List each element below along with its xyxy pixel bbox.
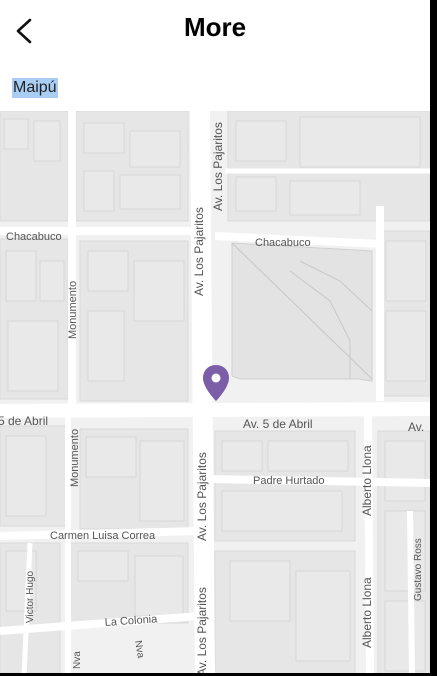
map-view[interactable]: Chacabuco Chacabuco Monumento Monumento … bbox=[0, 111, 430, 676]
street-gustavo-ross: Gustavo Ross bbox=[413, 538, 424, 601]
street-alberto-llona-top: Alberto Llona bbox=[360, 445, 374, 516]
street-monumento-top: Monumento bbox=[67, 281, 79, 339]
street-chacabuco-left: Chacabuco bbox=[6, 231, 62, 243]
street-chacabuco-right: Chacabuco bbox=[255, 237, 311, 249]
street-monumento-bottom: Monumento bbox=[69, 429, 81, 487]
street-pajaritos-top: Av. Los Pajaritos bbox=[211, 122, 225, 211]
location-label: Maipú bbox=[12, 78, 58, 98]
street-alberto-llona-bottom: Alberto Llona bbox=[360, 577, 374, 648]
street-padre-hurtado: Padre Hurtado bbox=[253, 475, 325, 487]
street-carmen-luisa-correa: Carmen Luisa Correa bbox=[50, 530, 156, 542]
street-pajaritos-lower: Av. Los Pajaritos bbox=[195, 452, 209, 541]
page-title: More bbox=[183, 12, 247, 42]
street-cinco-abril-center: Av. 5 de Abril bbox=[243, 417, 313, 431]
street-cinco-abril-left: 5 de Abril bbox=[0, 414, 48, 428]
street-victor-hugo: Victor Hugo bbox=[25, 570, 36, 623]
street-pajaritos-middle: Av. Los Pajaritos bbox=[192, 207, 206, 296]
street-la-colonia: La Colonia bbox=[104, 613, 158, 629]
street-nva-2: Nva bbox=[132, 640, 146, 660]
street-nva-1: Nva bbox=[72, 651, 83, 669]
street-cinco-abril-right: Av. bbox=[408, 420, 424, 434]
screen-edge bbox=[430, 0, 437, 676]
header-bar: More bbox=[0, 0, 430, 62]
map-canvas[interactable]: Chacabuco Chacabuco Monumento Monumento … bbox=[0, 111, 430, 676]
street-pajaritos-bottom: Av. Los Pajaritos bbox=[195, 587, 209, 676]
